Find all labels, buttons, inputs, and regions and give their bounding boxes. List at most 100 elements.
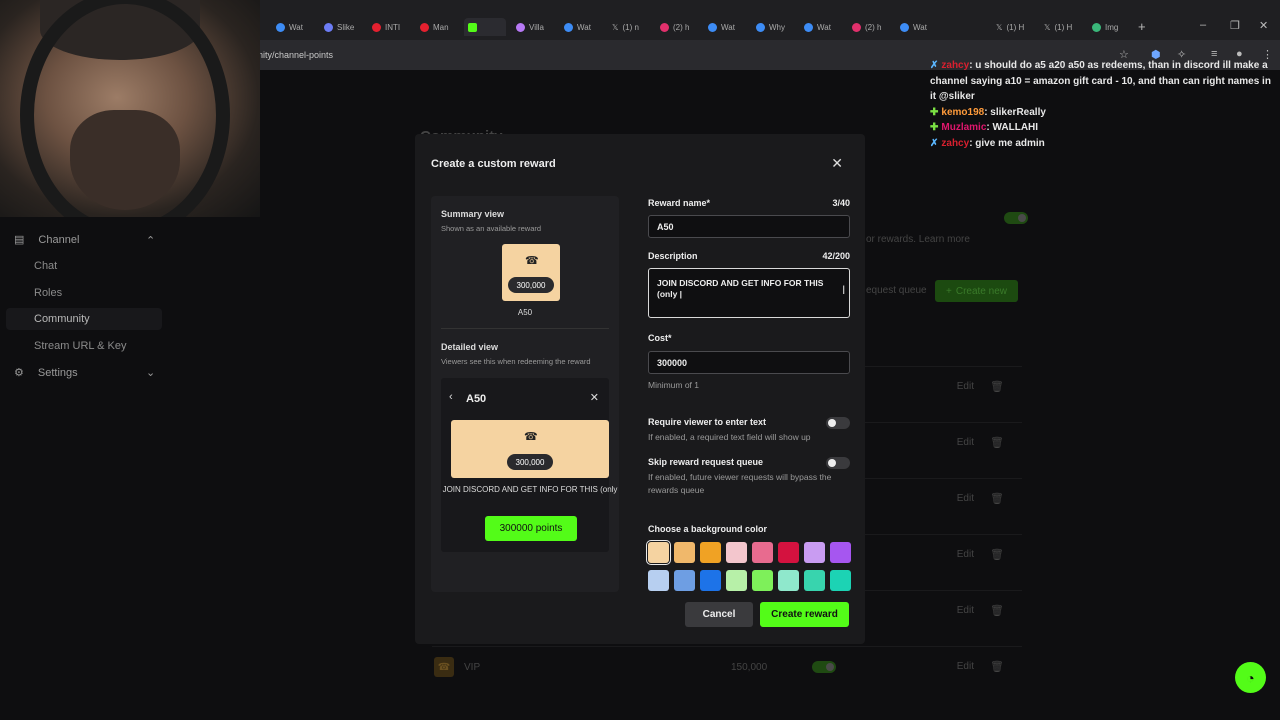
browser-tab[interactable]: Wat bbox=[564, 18, 591, 36]
color-swatch[interactable] bbox=[700, 542, 721, 563]
color-swatch[interactable] bbox=[752, 542, 773, 563]
summary-reward-card: ☎ 300,000 bbox=[502, 244, 560, 301]
color-swatch[interactable] bbox=[830, 542, 851, 563]
chevron-left-icon[interactable]: ‹ bbox=[449, 391, 453, 403]
tab-favicon-icon bbox=[804, 22, 813, 32]
color-swatch[interactable] bbox=[830, 570, 851, 591]
tab-favicon-icon bbox=[420, 22, 429, 32]
color-swatch[interactable] bbox=[726, 542, 747, 563]
request-queue-link[interactable]: equest queue bbox=[866, 285, 927, 296]
edit-button[interactable]: Edit bbox=[957, 493, 974, 504]
color-swatch[interactable] bbox=[752, 570, 773, 591]
edit-button[interactable]: Edit bbox=[957, 381, 974, 392]
trash-icon[interactable]: 🗑 bbox=[990, 380, 1004, 393]
browser-tab[interactable]: 𝕏 (1) H bbox=[996, 18, 1024, 36]
browser-tab[interactable]: Img bbox=[1092, 18, 1118, 36]
browser-tab[interactable]: 𝕏 (1) n bbox=[612, 18, 639, 36]
color-swatch[interactable] bbox=[778, 542, 799, 563]
description-textarea[interactable]: JOIN DISCORD AND GET INFO FOR THIS (only… bbox=[648, 268, 850, 318]
color-swatch[interactable] bbox=[646, 540, 671, 565]
trash-icon[interactable]: 🗑 bbox=[990, 492, 1004, 505]
chat-text: : give me admin bbox=[969, 137, 1045, 149]
detailed-view-subtitle: Viewers see this when redeeming the rewa… bbox=[441, 357, 591, 366]
chevron-down-icon[interactable]: ⌄ bbox=[146, 366, 155, 379]
color-swatch[interactable] bbox=[700, 570, 721, 591]
tab-label: Wat bbox=[817, 22, 831, 32]
chevron-up-icon[interactable]: ⌃ bbox=[146, 234, 155, 247]
restore-icon[interactable]: ❐ bbox=[1230, 19, 1240, 32]
browser-tab[interactable]: Why bbox=[756, 18, 785, 36]
channel-points-toggle[interactable] bbox=[1004, 212, 1028, 224]
sidebar-item-stream-url[interactable]: Stream URL & Key bbox=[34, 340, 127, 352]
chat-text: : slikerReally bbox=[984, 106, 1046, 118]
description-count: 42/200 bbox=[822, 251, 850, 261]
tab-favicon-icon bbox=[708, 22, 717, 32]
close-icon[interactable]: ✕ bbox=[831, 155, 843, 172]
x-logo-icon: 𝕏 bbox=[996, 22, 1003, 32]
create-new-button[interactable]: + Create new bbox=[935, 280, 1018, 302]
cancel-button[interactable]: Cancel bbox=[685, 602, 753, 627]
window-close-icon[interactable]: ✕ bbox=[1259, 19, 1268, 32]
sidebar-item-chat[interactable]: Chat bbox=[34, 260, 57, 272]
tab-label: (1) H bbox=[1006, 22, 1025, 32]
browser-tab[interactable]: Villa bbox=[516, 18, 544, 36]
edit-button[interactable]: Edit bbox=[957, 605, 974, 616]
browser-tab[interactable]: Wat bbox=[276, 18, 303, 36]
tab-favicon-icon bbox=[276, 22, 285, 32]
vip-reward-name: VIP bbox=[464, 662, 481, 673]
browser-tab[interactable]: Wat bbox=[900, 18, 927, 36]
learn-more-link[interactable]: or rewards. Learn more bbox=[866, 234, 970, 245]
color-swatch[interactable] bbox=[726, 570, 747, 591]
edit-button[interactable]: Edit bbox=[957, 437, 974, 448]
trash-icon[interactable]: 🗑 bbox=[990, 548, 1004, 561]
new-tab-plus-icon[interactable]: + bbox=[1138, 19, 1146, 34]
color-swatch[interactable] bbox=[804, 570, 825, 591]
browser-tab[interactable]: Man bbox=[420, 18, 449, 36]
browser-tab[interactable]: 𝕏 (1) H bbox=[1044, 18, 1072, 36]
kick-favicon-icon bbox=[468, 22, 477, 32]
browser-tab[interactable]: INTI bbox=[372, 18, 400, 36]
require-text-toggle[interactable] bbox=[826, 417, 850, 429]
color-swatch[interactable] bbox=[674, 570, 695, 591]
browser-tab-active[interactable] bbox=[464, 18, 506, 36]
sidebar-channel-header[interactable]: ▤ Channel bbox=[14, 233, 80, 247]
edit-button[interactable]: Edit bbox=[957, 549, 974, 560]
minimize-icon[interactable]: – bbox=[1200, 19, 1206, 31]
close-icon[interactable]: ✕ bbox=[590, 391, 599, 404]
trash-icon[interactable]: 🗑 bbox=[990, 660, 1004, 673]
skip-queue-toggle[interactable] bbox=[826, 457, 850, 469]
sidebar-item-community[interactable]: Community bbox=[34, 313, 90, 325]
sidebar-channel-label: Channel bbox=[38, 233, 80, 246]
browser-tab[interactable]: (2) h bbox=[852, 18, 881, 36]
browser-tab[interactable]: (2) h bbox=[660, 18, 689, 36]
require-text-hint: If enabled, a required text field will s… bbox=[648, 432, 811, 442]
x-logo-icon: 𝕏 bbox=[612, 22, 619, 32]
color-swatch[interactable] bbox=[778, 570, 799, 591]
redeem-points-button[interactable]: 300000 points bbox=[485, 516, 577, 541]
browser-tab[interactable]: Wat bbox=[804, 18, 831, 36]
color-swatch[interactable] bbox=[804, 542, 825, 563]
tab-label: Why bbox=[769, 22, 785, 32]
color-swatch[interactable] bbox=[648, 570, 669, 591]
tab-favicon-icon bbox=[1092, 22, 1101, 32]
reward-name-input[interactable]: A50 bbox=[648, 215, 850, 238]
summary-cost-pill: 300,000 bbox=[508, 277, 554, 293]
sidebar-settings-header[interactable]: ⚙ Settings bbox=[14, 366, 78, 380]
cost-label: Cost* bbox=[648, 333, 672, 343]
cost-input[interactable]: 300000 bbox=[648, 351, 850, 374]
browser-tab[interactable]: Slike bbox=[324, 18, 354, 36]
divider bbox=[441, 328, 609, 329]
detailed-reward-name: A50 bbox=[466, 393, 487, 405]
vip-reward-toggle[interactable] bbox=[812, 661, 836, 673]
tab-label: Man bbox=[433, 22, 449, 32]
browser-tab[interactable]: Wat bbox=[708, 18, 735, 36]
create-reward-button[interactable]: Create reward bbox=[760, 602, 849, 627]
address-url[interactable]: nity/channel-points bbox=[258, 50, 333, 60]
color-swatch[interactable] bbox=[674, 542, 695, 563]
trash-icon[interactable]: 🗑 bbox=[990, 436, 1004, 449]
support-icon: ◔ bbox=[1246, 669, 1255, 686]
support-chat-button[interactable]: ◔ bbox=[1235, 662, 1266, 693]
trash-icon[interactable]: 🗑 bbox=[990, 604, 1004, 617]
edit-button[interactable]: Edit bbox=[957, 661, 974, 672]
sidebar-item-roles[interactable]: Roles bbox=[34, 287, 62, 299]
